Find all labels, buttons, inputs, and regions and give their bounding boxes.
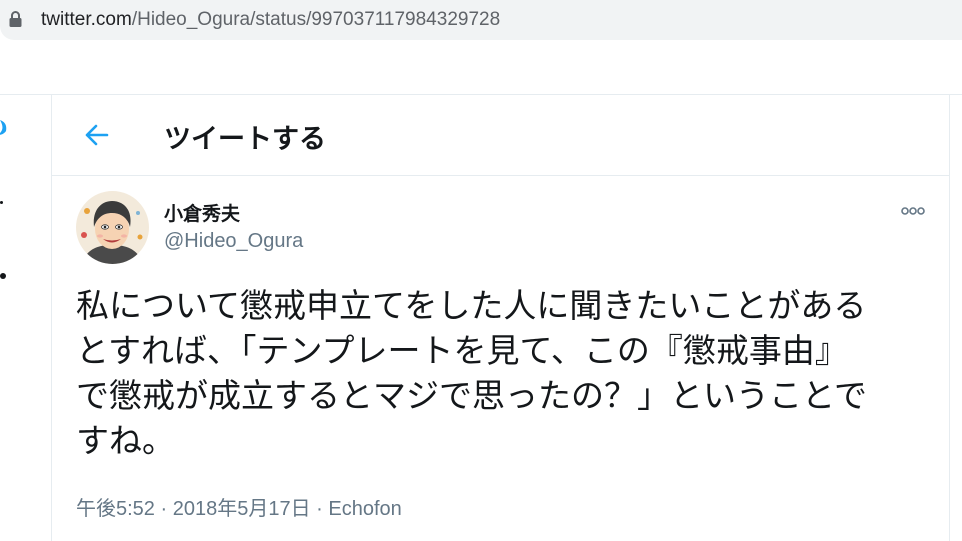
tweet-date[interactable]: 2018年5月17日 [173, 498, 311, 520]
tweet-metadata: 午後5:52 · 2018年5月17日 · Echofon [76, 492, 402, 521]
separator: · [154, 498, 173, 520]
separator: · [310, 498, 329, 520]
tweet-source[interactable]: Echofon [328, 498, 401, 520]
display-name[interactable]: 小倉秀夫 [164, 199, 240, 226]
avatar-image [76, 191, 149, 264]
url-path: /Hideo_Ogura/status/997037117984329728 [131, 9, 501, 30]
more-options-icon[interactable] [900, 203, 926, 219]
address-bar[interactable]: twitter.com/Hideo_Ogura/status/997037117… [0, 0, 962, 40]
page-header: ツイートする [52, 95, 949, 176]
lock-icon[interactable] [9, 11, 22, 27]
url-host: twitter.com [41, 9, 132, 30]
page-title: ツイートする [164, 124, 326, 154]
user-handle[interactable]: @Hideo_Ogura [164, 230, 303, 253]
arrow-left-icon[interactable] [82, 120, 112, 150]
tweet-text: 私について懲戒申立てをした人に聞きたいことがある とすれば、「テンプレートを見て… [76, 287, 868, 459]
nav-item-fragment[interactable] [0, 273, 6, 279]
nav-item-fragment[interactable] [0, 201, 3, 204]
twitter-bird-icon[interactable] [0, 116, 12, 136]
tweet-time[interactable]: 午後5:52 [76, 498, 155, 520]
avatar[interactable] [76, 191, 149, 264]
main-column: ツイートする 小倉秀夫 @Hideo_Ogura 私について懲戒申立てをした人に… [51, 95, 950, 541]
url-text[interactable]: twitter.com/Hideo_Ogura/status/997037117… [41, 9, 500, 31]
